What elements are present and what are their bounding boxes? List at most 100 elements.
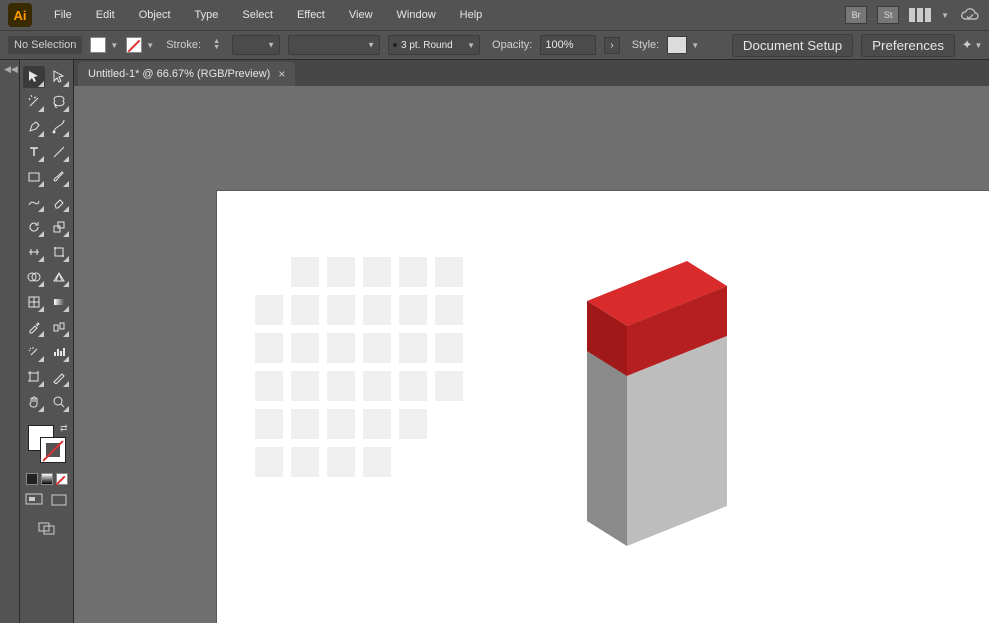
app-logo: Ai (8, 3, 32, 27)
control-bar: No Selection ▼ ▼ Stroke: ▲▼ ▼ ▼ 3 pt. Ro… (0, 30, 989, 60)
menu-effect[interactable]: Effect (287, 5, 335, 25)
width-tool[interactable] (23, 241, 45, 263)
pen-tool[interactable] (23, 116, 45, 138)
grid-cell (291, 295, 319, 325)
mesh-tool[interactable] (23, 291, 45, 313)
opacity-flyout-button[interactable]: › (604, 37, 619, 54)
grid-cell (435, 371, 463, 401)
menu-select[interactable]: Select (232, 5, 283, 25)
grid-cell (399, 333, 427, 363)
symbol-sprayer-tool[interactable] (23, 341, 45, 363)
workspace: Untitled-1* @ 66.67% (RGB/Preview) × (74, 60, 989, 623)
grid-cell (399, 257, 427, 287)
grid-cell (435, 295, 463, 325)
grid-cell (255, 371, 283, 401)
grid-cell (435, 333, 463, 363)
grid-cell (435, 257, 463, 287)
grid-cell (399, 295, 427, 325)
type-tool[interactable] (23, 141, 45, 163)
grid-cell (363, 295, 391, 325)
chevron-down-icon: ▼ (941, 11, 949, 20)
swap-fill-stroke-icon[interactable]: ⇄ (60, 423, 68, 434)
free-transform-tool[interactable] (48, 241, 70, 263)
grid-cell (255, 295, 283, 325)
stroke-swatch[interactable] (40, 437, 66, 463)
artboard-tool[interactable] (23, 366, 45, 388)
none-mode-button[interactable] (56, 473, 68, 485)
arrange-documents-button[interactable] (909, 8, 931, 22)
opacity-input[interactable] (540, 35, 596, 55)
stroke-weight-value[interactable]: ▼ (232, 35, 280, 55)
gpu-preview-icon[interactable] (959, 7, 981, 23)
gradient-mode-button[interactable] (41, 473, 53, 485)
rectangle-tool[interactable] (23, 166, 45, 188)
hand-tool[interactable] (23, 391, 45, 413)
line-segment-tool[interactable] (48, 141, 70, 163)
curvature-tool[interactable] (48, 116, 70, 138)
brush-definition[interactable]: 3 pt. Round ▼ (388, 35, 480, 55)
perspective-grid-tool[interactable] (48, 266, 70, 288)
stock-button[interactable]: St (877, 6, 899, 24)
draw-mode-icon[interactable] (23, 491, 45, 509)
fill-swatch-button[interactable]: ▼ (90, 37, 118, 53)
grid-cell (399, 371, 427, 401)
preferences-button[interactable]: Preferences (861, 34, 955, 57)
magic-wand-tool[interactable] (23, 91, 45, 113)
grid-cell (327, 409, 355, 439)
gradient-tool[interactable] (48, 291, 70, 313)
menu-type[interactable]: Type (185, 5, 229, 25)
grid-cell (327, 295, 355, 325)
graphic-style-button[interactable]: ▼ (667, 36, 699, 54)
shape-builder-tool[interactable] (23, 266, 45, 288)
variable-width-profile[interactable]: ▼ (288, 35, 380, 55)
document-setup-button[interactable]: Document Setup (732, 34, 853, 57)
grid-cell (363, 447, 391, 477)
column-graph-tool[interactable] (48, 341, 70, 363)
menu-help[interactable]: Help (450, 5, 493, 25)
grid-cell (291, 409, 319, 439)
header-right-widgets: Br St ▼ (845, 6, 981, 24)
grid-cell (327, 333, 355, 363)
grid-cell (291, 333, 319, 363)
fill-stroke-control[interactable]: ⇄ (26, 423, 68, 465)
blend-tool[interactable] (48, 316, 70, 338)
tool-panel: ⇄ (20, 60, 74, 623)
close-icon[interactable]: × (278, 67, 285, 81)
paintbrush-tool[interactable] (48, 166, 70, 188)
eyedropper-tool[interactable] (23, 316, 45, 338)
zoom-tool[interactable] (48, 391, 70, 413)
panel-collapse-gutter[interactable]: ◀◀ (0, 60, 20, 623)
menu-file[interactable]: File (44, 5, 82, 25)
document-tab-bar: Untitled-1* @ 66.67% (RGB/Preview) × (74, 60, 989, 86)
grid-cell (327, 257, 355, 287)
color-mode-button[interactable] (26, 473, 38, 485)
eraser-tool[interactable] (48, 191, 70, 213)
screen-mode-icon[interactable] (48, 491, 70, 509)
menu-object[interactable]: Object (129, 5, 181, 25)
menu-view[interactable]: View (339, 5, 383, 25)
grid-cell (363, 371, 391, 401)
grid-cell (255, 333, 283, 363)
direct-selection-tool[interactable] (48, 66, 70, 88)
stroke-label: Stroke: (166, 39, 201, 51)
canvas[interactable] (74, 86, 989, 623)
slice-tool[interactable] (48, 366, 70, 388)
stroke-weight-stepper[interactable]: ▲▼ (209, 35, 224, 55)
menu-bar: Ai File Edit Object Type Select Effect V… (0, 0, 989, 30)
selection-tool[interactable] (23, 66, 45, 88)
rotate-tool[interactable] (23, 216, 45, 238)
scale-tool[interactable] (48, 216, 70, 238)
menu-edit[interactable]: Edit (86, 5, 125, 25)
grid-cell (327, 447, 355, 477)
document-tab[interactable]: Untitled-1* @ 66.67% (RGB/Preview) × (78, 62, 295, 86)
change-screen-mode-icon[interactable] (36, 519, 58, 537)
menu-window[interactable]: Window (387, 5, 446, 25)
shaper-tool[interactable] (23, 191, 45, 213)
align-flyout-icon[interactable]: ✦▼ (963, 36, 981, 54)
lasso-tool[interactable] (48, 91, 70, 113)
bridge-button[interactable]: Br (845, 6, 867, 24)
stroke-swatch-button[interactable]: ▼ (126, 37, 154, 53)
brush-label: 3 pt. Round (401, 40, 463, 51)
grid-cell (291, 257, 319, 287)
grid-swatches (255, 257, 463, 477)
